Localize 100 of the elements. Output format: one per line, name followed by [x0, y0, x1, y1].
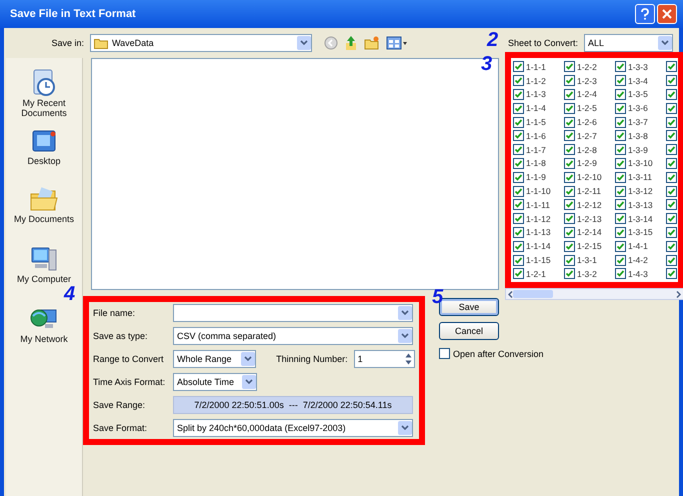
- dropdown-field[interactable]: Absolute Time: [173, 373, 257, 391]
- checkbox[interactable]: [615, 144, 626, 156]
- spin-down-icon[interactable]: [405, 360, 412, 365]
- checkbox[interactable]: [615, 158, 626, 169]
- places-item[interactable]: My Documents: [6, 184, 82, 226]
- checkbox[interactable]: [513, 172, 524, 183]
- sheet-label: 1-2-2: [577, 62, 597, 72]
- checkbox[interactable]: [615, 116, 626, 128]
- dropdown-field[interactable]: [173, 304, 413, 322]
- dropdown-field[interactable]: Split by 240ch*60,000data (Excel97-2003): [173, 419, 413, 437]
- save-in-dropdown[interactable]: WaveData: [90, 34, 312, 52]
- spin-up-icon[interactable]: [405, 353, 412, 358]
- checkbox[interactable]: [666, 144, 677, 156]
- checkbox[interactable]: [564, 213, 575, 224]
- checkbox[interactable]: [666, 199, 677, 210]
- checkbox[interactable]: [615, 213, 626, 224]
- scroll-thumb[interactable]: [513, 290, 553, 298]
- checkbox[interactable]: [666, 240, 677, 252]
- horizontal-scrollbar[interactable]: [505, 288, 683, 300]
- checkbox[interactable]: [666, 61, 677, 72]
- checkbox[interactable]: [513, 199, 524, 210]
- checkbox[interactable]: [513, 102, 524, 114]
- checkbox[interactable]: [615, 226, 626, 238]
- dropdown-field[interactable]: CSV (comma separated): [173, 327, 413, 345]
- checkbox[interactable]: [513, 116, 524, 128]
- checkbox[interactable]: [666, 158, 677, 169]
- scroll-left-icon[interactable]: [508, 290, 513, 298]
- checkbox[interactable]: [666, 186, 677, 197]
- dropdown-button[interactable]: [398, 306, 412, 320]
- dialog-button[interactable]: Cancel: [439, 322, 499, 340]
- checkbox[interactable]: [666, 75, 677, 86]
- checkbox[interactable]: [513, 144, 524, 156]
- checkbox[interactable]: [615, 240, 626, 252]
- checkbox[interactable]: [564, 144, 575, 156]
- number-spinner[interactable]: 1: [354, 350, 415, 368]
- checkbox[interactable]: [615, 102, 626, 114]
- checkbox[interactable]: [513, 88, 524, 100]
- places-item[interactable]: My Network: [6, 302, 82, 346]
- dropdown-button[interactable]: [242, 375, 256, 389]
- checkbox[interactable]: [513, 226, 524, 238]
- checkbox[interactable]: [615, 254, 626, 266]
- checkbox[interactable]: [564, 116, 575, 128]
- checkbox[interactable]: [666, 213, 677, 224]
- checkbox[interactable]: [615, 130, 626, 142]
- checkbox[interactable]: [564, 268, 575, 280]
- checkbox[interactable]: [666, 88, 677, 100]
- places-item[interactable]: My Computer: [6, 242, 82, 286]
- checkbox[interactable]: [615, 61, 626, 72]
- dropdown-field[interactable]: Whole Range: [173, 350, 256, 368]
- checkbox[interactable]: [439, 348, 450, 359]
- checkbox[interactable]: [513, 158, 524, 169]
- places-item[interactable]: My Recent Documents: [6, 66, 82, 120]
- checkbox[interactable]: [666, 254, 677, 266]
- checkbox[interactable]: [513, 61, 524, 72]
- checkbox[interactable]: [513, 186, 524, 197]
- checkbox[interactable]: [666, 268, 677, 280]
- checkbox[interactable]: [513, 130, 524, 142]
- checkbox[interactable]: [564, 199, 575, 210]
- scroll-right-icon[interactable]: [676, 290, 681, 298]
- checkbox[interactable]: [615, 268, 626, 280]
- checkbox[interactable]: [666, 226, 677, 238]
- checkbox[interactable]: [615, 172, 626, 183]
- checkbox[interactable]: [666, 116, 677, 128]
- dropdown-button[interactable]: [658, 36, 672, 50]
- checkbox[interactable]: [513, 213, 524, 224]
- dropdown-button[interactable]: [398, 329, 412, 343]
- checkbox[interactable]: [564, 130, 575, 142]
- checkbox[interactable]: [666, 130, 677, 142]
- up-folder-icon[interactable]: [344, 35, 358, 51]
- checkbox[interactable]: [615, 199, 626, 210]
- checkbox[interactable]: [564, 226, 575, 238]
- checkbox[interactable]: [564, 240, 575, 252]
- checkbox[interactable]: [513, 240, 524, 252]
- checkbox[interactable]: [564, 254, 575, 266]
- checkbox[interactable]: [513, 254, 524, 266]
- checkbox[interactable]: [615, 88, 626, 100]
- checkbox[interactable]: [564, 172, 575, 183]
- dropdown-button[interactable]: [241, 352, 256, 366]
- close-button[interactable]: [657, 4, 677, 24]
- checkbox[interactable]: [564, 102, 575, 114]
- dropdown-button[interactable]: [398, 421, 412, 435]
- dropdown-button[interactable]: [297, 36, 311, 50]
- places-item[interactable]: Desktop: [6, 126, 82, 168]
- sheet-label: 1-1-2: [526, 76, 546, 86]
- checkbox[interactable]: [564, 158, 575, 169]
- checkbox[interactable]: [564, 61, 575, 72]
- checkbox[interactable]: [666, 102, 677, 114]
- help-button[interactable]: [635, 4, 655, 24]
- checkbox[interactable]: [666, 172, 677, 183]
- checkbox[interactable]: [564, 75, 575, 86]
- view-menu-icon[interactable]: [386, 36, 408, 50]
- checkbox[interactable]: [615, 75, 626, 86]
- back-icon[interactable]: [324, 36, 338, 50]
- checkbox[interactable]: [564, 88, 575, 100]
- checkbox[interactable]: [615, 186, 626, 197]
- checkbox[interactable]: [513, 268, 524, 280]
- sheet-dropdown[interactable]: ALL: [584, 34, 673, 52]
- checkbox[interactable]: [564, 186, 575, 197]
- checkbox[interactable]: [513, 75, 524, 86]
- sheet-label: 1-3-7: [628, 117, 648, 128]
